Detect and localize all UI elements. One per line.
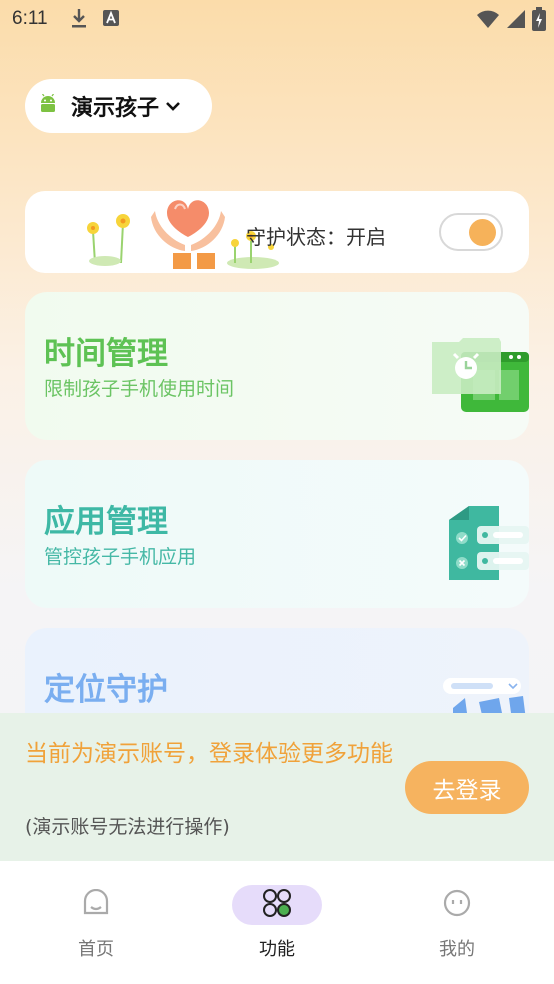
login-button[interactable]: 去登录 bbox=[405, 761, 529, 814]
app-management-card[interactable]: 应用管理 管控孩子手机应用 bbox=[25, 460, 529, 608]
apps-icon bbox=[262, 888, 292, 922]
card-title: 时间管理 bbox=[44, 336, 168, 372]
chevron-down-icon bbox=[165, 97, 181, 116]
card-subtitle: 管控孩子手机应用 bbox=[44, 546, 197, 568]
status-bar: 6:11 bbox=[0, 0, 554, 38]
demo-account-note: (演示账号无法进行操作) bbox=[25, 816, 230, 838]
android-icon bbox=[39, 93, 57, 118]
child-name: 演示孩子 bbox=[71, 96, 160, 121]
nav-label: 首页 bbox=[78, 939, 114, 960]
nav-mine[interactable]: 我的 bbox=[397, 885, 517, 961]
battery-charging-icon bbox=[532, 7, 546, 35]
nav-label: 我的 bbox=[439, 939, 475, 960]
profile-icon bbox=[443, 889, 471, 921]
bottom-nav: 首页 功能 我的 bbox=[0, 861, 554, 984]
wifi-icon bbox=[476, 8, 500, 34]
status-time: 6:11 bbox=[12, 8, 48, 29]
child-selector[interactable]: 演示孩子 bbox=[25, 79, 212, 133]
protection-status-label: 守护状态：开启 bbox=[246, 225, 386, 249]
clock-calendar-icon bbox=[429, 332, 529, 420]
demo-login-banner: 当前为演示账号，登录体验更多功能 (演示账号无法进行操作) 去登录 bbox=[0, 713, 554, 861]
time-management-card[interactable]: 时间管理 限制孩子手机使用时间 bbox=[25, 292, 529, 440]
signal-icon bbox=[506, 8, 526, 34]
protection-status-card: 守护状态：开启 bbox=[25, 191, 529, 273]
toggle-knob bbox=[469, 219, 496, 246]
demo-account-message: 当前为演示账号，登录体验更多功能 bbox=[25, 741, 393, 767]
nav-home[interactable]: 首页 bbox=[36, 885, 156, 961]
card-subtitle: 限制孩子手机使用时间 bbox=[44, 378, 235, 400]
protection-toggle[interactable] bbox=[439, 213, 503, 251]
text-a-icon bbox=[102, 9, 120, 31]
app-list-icon bbox=[439, 500, 529, 590]
home-icon bbox=[82, 888, 110, 921]
download-icon bbox=[70, 7, 88, 33]
card-title: 应用管理 bbox=[44, 504, 168, 540]
card-title: 定位守护 bbox=[44, 672, 168, 708]
nav-functions[interactable]: 功能 bbox=[217, 885, 337, 961]
nav-label: 功能 bbox=[259, 939, 295, 960]
